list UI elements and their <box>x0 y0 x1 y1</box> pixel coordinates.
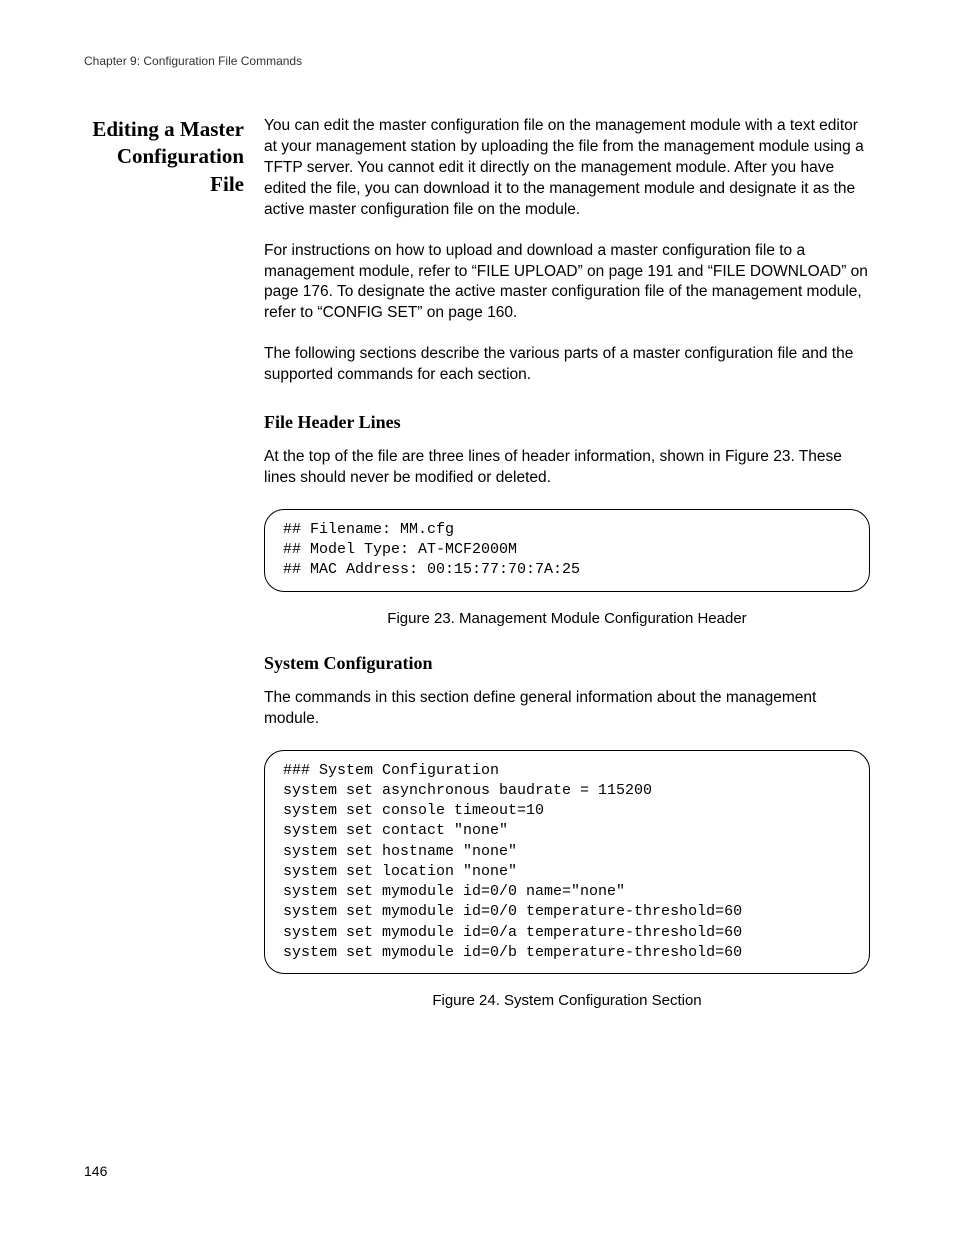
code-block-system-configuration: ### System Configuration system set asyn… <box>264 750 870 975</box>
body-paragraph: For instructions on how to upload and do… <box>264 241 870 325</box>
body-paragraph: You can edit the master configuration fi… <box>264 116 870 221</box>
body-paragraph: The following sections describe the vari… <box>264 344 870 386</box>
subheading-system-configuration: System Configuration <box>264 653 870 674</box>
body-paragraph: At the top of the file are three lines o… <box>264 447 870 489</box>
chapter-header: Chapter 9: Configuration File Commands <box>84 54 870 68</box>
section-title: Editing a Master Configuration File <box>84 116 244 198</box>
figure-caption: Figure 23. Management Module Configurati… <box>264 610 870 627</box>
code-block-header-lines: ## Filename: MM.cfg ## Model Type: AT-MC… <box>264 509 870 592</box>
page-number: 146 <box>84 1163 107 1179</box>
body-paragraph: The commands in this section define gene… <box>264 688 870 730</box>
figure-caption: Figure 24. System Configuration Section <box>264 992 870 1009</box>
subheading-file-header-lines: File Header Lines <box>264 412 870 433</box>
